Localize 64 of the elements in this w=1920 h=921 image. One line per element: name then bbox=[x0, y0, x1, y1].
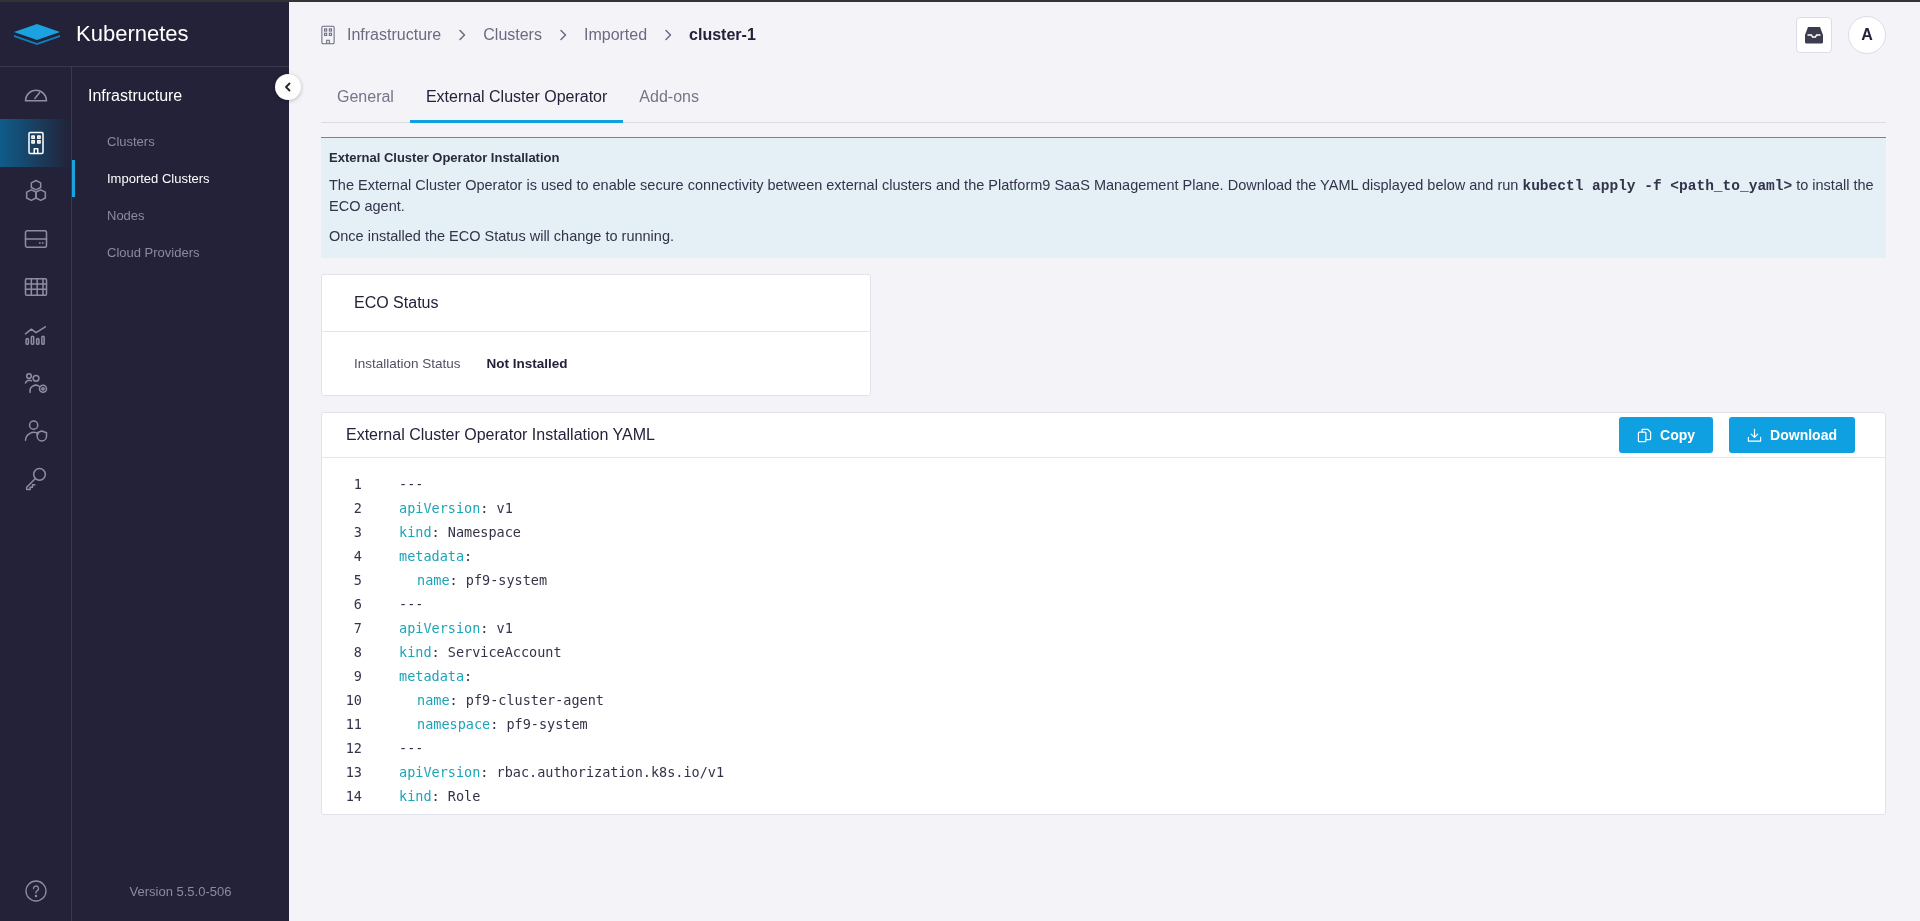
copy-button[interactable]: Copy bbox=[1619, 417, 1714, 453]
app-title: Kubernetes bbox=[76, 21, 189, 47]
line-number: 4 bbox=[352, 548, 362, 564]
inbox-tray-icon bbox=[1804, 26, 1824, 44]
line-number: 7 bbox=[352, 620, 362, 636]
card-title: ECO Status bbox=[354, 294, 439, 312]
breadcrumb-link[interactable]: Infrastructure bbox=[347, 26, 442, 44]
banner-text: The External Cluster Operator is used to enable secure connectivity between external clusters and the Platform9 SaaS Management Plane. Download the YAML displayed below and run kubectl apply -f <path_to_yaml> to install the ECO agent. bbox=[329, 176, 1875, 216]
code-line: name: pf9-cluster-agent bbox=[417, 692, 604, 708]
copy-icon bbox=[1637, 427, 1653, 443]
tab[interactable]: General bbox=[321, 68, 410, 123]
code-line: kind: Role bbox=[399, 788, 481, 804]
line-number: 11 bbox=[344, 716, 362, 732]
line-number: 13 bbox=[344, 764, 362, 780]
download-icon bbox=[1747, 427, 1763, 443]
nav-item[interactable]: Clusters bbox=[72, 123, 289, 160]
inbox-button[interactable] bbox=[1796, 17, 1832, 53]
breadcrumb-link[interactable]: Clusters bbox=[483, 26, 542, 44]
breadcrumb-link[interactable]: cluster-1 bbox=[689, 26, 756, 44]
card-title: External Cluster Operator Installation YAML bbox=[346, 426, 655, 444]
chevron-right-icon bbox=[457, 29, 468, 41]
code-line: apiVersion: rbac.authorization.k8s.io/v1 bbox=[399, 764, 725, 780]
code-line: name: pf9-system bbox=[417, 572, 548, 588]
line-number: 8 bbox=[352, 644, 362, 660]
avatar-button[interactable]: A bbox=[1848, 16, 1886, 54]
line-number: 1 bbox=[352, 476, 362, 492]
nav-item[interactable]: Cloud Providers bbox=[72, 234, 289, 271]
line-number: 9 bbox=[352, 668, 362, 684]
chevron-right-icon bbox=[663, 29, 674, 41]
line-number: 14 bbox=[344, 788, 362, 804]
nav-item[interactable]: Imported Clusters bbox=[72, 160, 289, 197]
code-line: --- bbox=[399, 476, 424, 492]
nav-item[interactable]: Nodes bbox=[72, 197, 289, 234]
section-title: Infrastructure bbox=[87, 87, 184, 106]
banner-note: Once installed the ECO Status will change to running. bbox=[329, 227, 675, 246]
download-button[interactable]: Download bbox=[1729, 417, 1855, 453]
line-number: 6 bbox=[352, 596, 362, 612]
tab[interactable]: External Cluster Operator bbox=[409, 68, 624, 123]
rail-nav-item[interactable] bbox=[0, 119, 71, 167]
code-line: metadata: bbox=[399, 668, 473, 684]
building-icon bbox=[321, 25, 335, 45]
breadcrumb-link[interactable]: Imported bbox=[583, 26, 648, 44]
chevron-right-icon bbox=[557, 29, 568, 41]
line-number: 12 bbox=[344, 740, 362, 756]
help-icon[interactable] bbox=[23, 879, 48, 903]
line-number: 3 bbox=[352, 524, 362, 540]
code-line: metadata: bbox=[399, 548, 473, 564]
version-text: Version 5.5.0-506 bbox=[128, 884, 233, 899]
line-number: 5 bbox=[352, 572, 362, 588]
collapse-button[interactable] bbox=[275, 74, 301, 100]
field-value: Not Installed bbox=[486, 356, 568, 371]
code-line: kind: ServiceAccount bbox=[399, 644, 562, 660]
field-label: Installation Status bbox=[354, 356, 461, 371]
line-number: 10 bbox=[344, 692, 362, 708]
banner-title: External Cluster Operator Installation bbox=[329, 150, 561, 165]
code-line: kind: Namespace bbox=[399, 524, 521, 540]
code-line: --- bbox=[399, 596, 424, 612]
line-number: 2 bbox=[352, 500, 362, 516]
code-line: apiVersion: v1 bbox=[399, 620, 513, 636]
code-line: apiVersion: v1 bbox=[399, 500, 513, 516]
tab[interactable]: Add-ons bbox=[623, 68, 715, 123]
code-line: --- bbox=[399, 740, 424, 756]
logo-icon bbox=[12, 22, 62, 46]
code-line: namespace: pf9-system bbox=[417, 716, 588, 732]
